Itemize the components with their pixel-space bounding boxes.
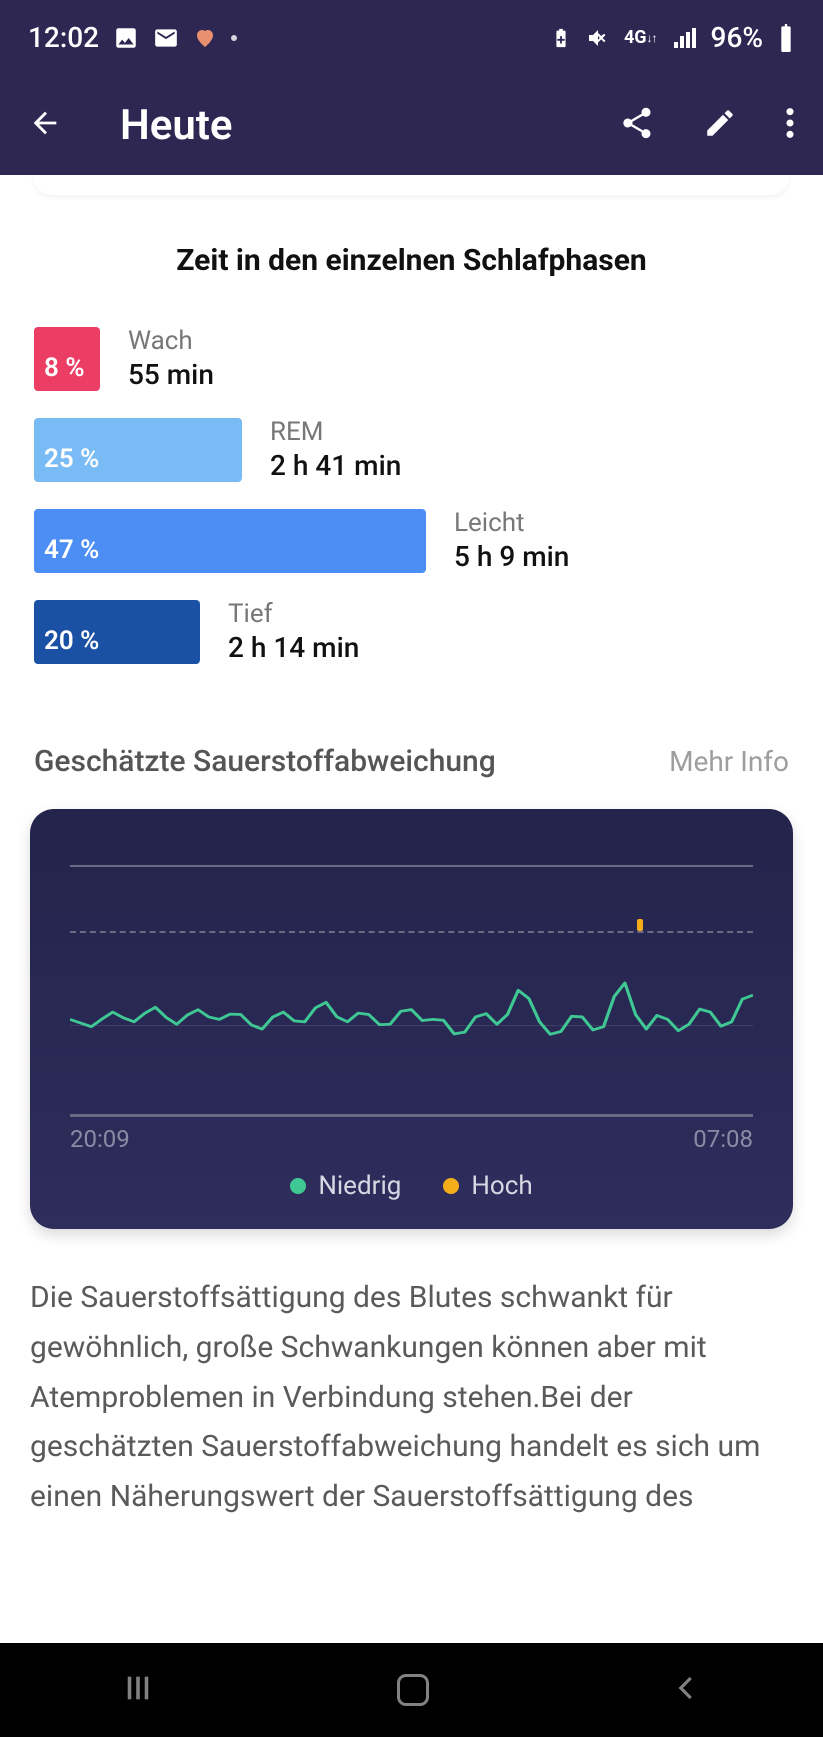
image-icon <box>113 25 139 51</box>
sleep-phase-percent: 20 % <box>44 626 99 656</box>
sleep-phase-label-group: Wach55 min <box>128 326 214 391</box>
sleep-phase-bar: 20 % <box>34 600 200 664</box>
oxygen-more-info-link[interactable]: Mehr Info <box>669 745 789 778</box>
sleep-phases-title: Zeit in den einzelnen Schlafphasen <box>0 243 823 278</box>
page-title: Heute <box>120 101 619 150</box>
sleep-phases-chart: 8 % Wach55 min 25 % REM2 h 41 min 47 % Leicht… <box>34 326 789 664</box>
back-button[interactable] <box>28 106 76 144</box>
recents-button[interactable] <box>121 1671 155 1709</box>
overflow-menu-button[interactable] <box>785 106 795 144</box>
android-back-button[interactable] <box>672 1673 702 1707</box>
sleep-phase-name: Tief <box>228 599 359 629</box>
status-time: 12:02 <box>28 21 99 54</box>
network-label: 4G <box>624 29 647 47</box>
legend-low: Niedrig <box>290 1171 401 1201</box>
legend-low-dot-icon <box>290 1178 306 1194</box>
share-button[interactable] <box>619 105 655 145</box>
oxygen-time-end: 07:08 <box>693 1125 753 1153</box>
android-nav-bar <box>0 1643 823 1737</box>
sleep-phase-duration: 5 h 9 min <box>454 540 569 573</box>
signal-icon <box>671 26 697 50</box>
sleep-phase-label-group: Tief2 h 14 min <box>228 599 359 664</box>
sleep-phase-bar: 8 % <box>34 327 100 391</box>
battery-saver-icon <box>550 26 572 50</box>
battery-icon <box>777 24 795 52</box>
sleep-phase-percent: 8 % <box>44 353 85 383</box>
legend-low-label: Niedrig <box>318 1171 401 1201</box>
network-type: 4G ↓↑ <box>624 29 657 47</box>
oxygen-description: Die Sauerstoffsättigung des Blutes schwa… <box>30 1273 793 1522</box>
home-button[interactable] <box>397 1674 429 1706</box>
oxygen-variation-card: 20:09 07:08 Niedrig Hoch <box>30 809 793 1229</box>
battery-percent: 96% <box>711 21 763 54</box>
sleep-phase-row: 25 % REM2 h 41 min <box>34 417 789 482</box>
app-bar: Heute <box>0 75 823 175</box>
legend-high-dot-icon <box>443 1178 459 1194</box>
legend-high-label: Hoch <box>471 1171 532 1201</box>
sleep-phase-percent: 47 % <box>44 535 99 565</box>
sleep-phase-row: 20 % Tief2 h 14 min <box>34 599 789 664</box>
mute-icon <box>586 26 610 50</box>
mail-icon <box>153 25 179 51</box>
sleep-phase-row: 47 % Leicht5 h 9 min <box>34 508 789 573</box>
sleep-phase-row: 8 % Wach55 min <box>34 326 789 391</box>
android-status-bar: 12:02 4G ↓↑ 96% <box>0 0 823 75</box>
sleep-phase-name: Wach <box>128 326 214 356</box>
oxygen-section-heading: Geschätzte Sauerstoffabweichung <box>34 744 496 779</box>
sleep-phase-bar: 25 % <box>34 418 242 482</box>
previous-card-edge <box>34 175 789 195</box>
sleep-phase-label-group: Leicht5 h 9 min <box>454 508 569 573</box>
legend-high: Hoch <box>443 1171 532 1201</box>
sleep-phase-name: Leicht <box>454 508 569 538</box>
edit-button[interactable] <box>703 106 737 144</box>
sleep-phase-duration: 2 h 14 min <box>228 631 359 664</box>
sleep-phase-duration: 55 min <box>128 358 214 391</box>
sleep-phase-name: REM <box>270 417 401 447</box>
sleep-phase-label-group: REM2 h 41 min <box>270 417 401 482</box>
sleep-phase-duration: 2 h 41 min <box>270 449 401 482</box>
sleep-phase-percent: 25 % <box>44 444 99 474</box>
oxygen-variation-chart <box>70 865 753 1117</box>
heart-icon <box>193 26 217 50</box>
oxygen-time-start: 20:09 <box>70 1125 130 1153</box>
notification-dot-icon <box>231 35 237 41</box>
sleep-phase-bar: 47 % <box>34 509 426 573</box>
